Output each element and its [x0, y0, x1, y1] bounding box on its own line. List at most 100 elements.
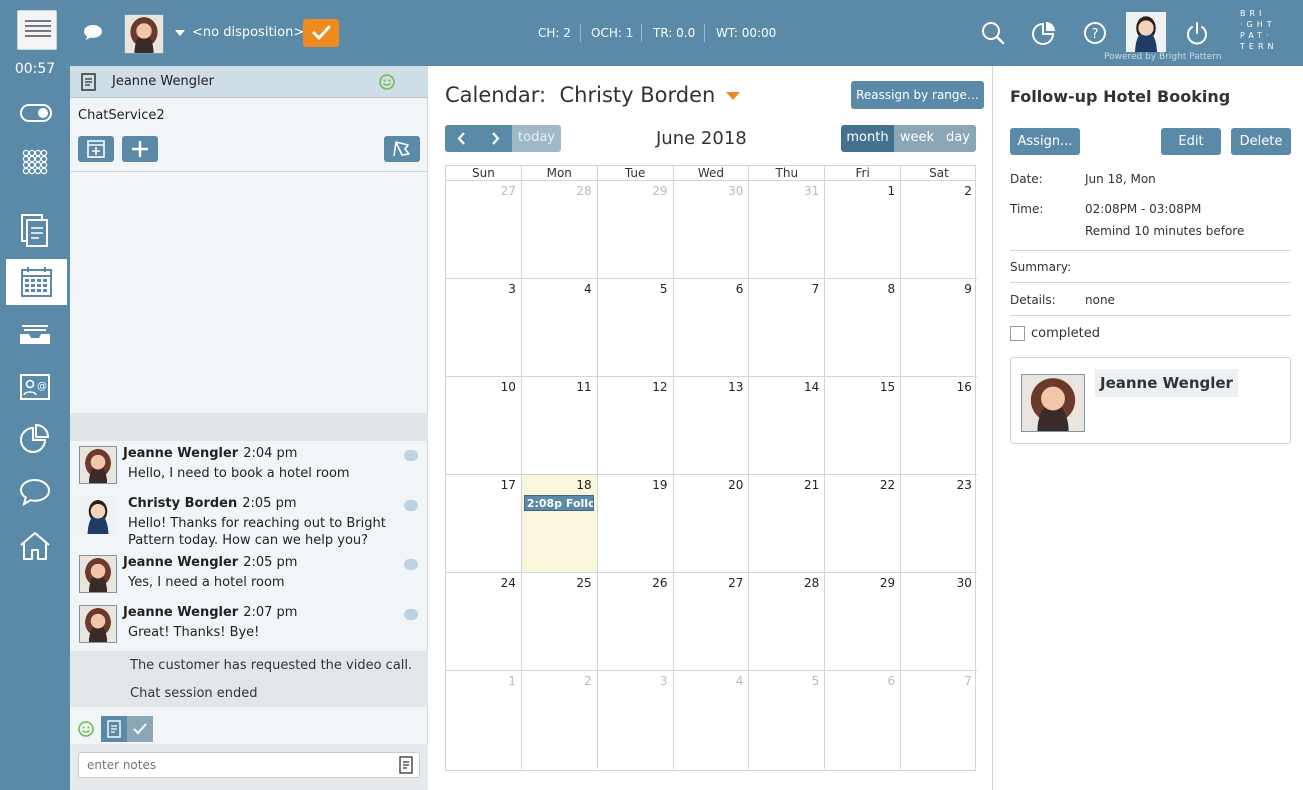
- reports-pie-icon[interactable]: [1031, 20, 1057, 46]
- view-month-button[interactable]: month: [841, 125, 894, 152]
- day-cell[interactable]: 29: [825, 573, 902, 671]
- time-value: 02:08PM - 03:08PM: [1085, 202, 1202, 216]
- sidebar-item-dialpad[interactable]: [0, 142, 70, 188]
- reassign-by-range-button[interactable]: Reassign by range…: [851, 81, 984, 109]
- svg-text:?: ?: [1092, 27, 1099, 42]
- view-week-button[interactable]: week: [894, 125, 940, 152]
- calendar-owner[interactable]: Christy Borden: [560, 83, 716, 107]
- sidebar-item-directory[interactable]: @: [0, 364, 70, 410]
- day-cell-other-month[interactable]: 1: [446, 671, 522, 769]
- day-cell[interactable]: 9: [901, 279, 977, 377]
- day-number: 16: [956, 380, 972, 394]
- search-icon[interactable]: [980, 20, 1006, 46]
- emoji-icon[interactable]: [77, 720, 95, 738]
- day-cell[interactable]: 12: [597, 377, 674, 475]
- add-button[interactable]: [122, 136, 158, 162]
- day-cell-other-month[interactable]: 6: [825, 671, 902, 769]
- day-cell[interactable]: 30: [901, 573, 977, 671]
- day-cell[interactable]: 8: [825, 279, 902, 377]
- completed-checkbox[interactable]: [1010, 326, 1025, 341]
- day-cell[interactable]: 27: [673, 573, 750, 671]
- user-avatar[interactable]: [1126, 12, 1166, 52]
- view-day-button[interactable]: day: [940, 125, 976, 152]
- day-cell[interactable]: 6: [673, 279, 750, 377]
- day-cell[interactable]: 23: [901, 475, 977, 573]
- day-cell[interactable]: 14: [749, 377, 826, 475]
- day-cell-other-month[interactable]: 29: [597, 181, 674, 279]
- day-cell[interactable]: 28: [749, 573, 826, 671]
- power-icon[interactable]: [1184, 20, 1210, 46]
- day-cell-other-month[interactable]: 30: [673, 181, 750, 279]
- day-cell[interactable]: 16: [901, 377, 977, 475]
- delete-button[interactable]: Delete: [1231, 128, 1291, 155]
- day-cell-other-month[interactable]: 31: [749, 181, 826, 279]
- day-cell[interactable]: 19: [597, 475, 674, 573]
- day-cell[interactable]: 2: [901, 181, 977, 279]
- notes-input[interactable]: [78, 752, 420, 778]
- sidebar-item-reports[interactable]: [0, 417, 70, 463]
- assign-button[interactable]: Assign...: [1010, 128, 1080, 155]
- today-button[interactable]: today: [512, 125, 561, 152]
- sidebar-item-calendar[interactable]: [6, 259, 67, 305]
- day-cell[interactable]: 18 2:08p Follo: [521, 475, 598, 573]
- contact-card[interactable]: Jeanne Wengler: [1010, 357, 1291, 444]
- day-cell[interactable]: 10: [446, 377, 522, 475]
- day-cell[interactable]: 5: [597, 279, 674, 377]
- calendar-event[interactable]: 2:08p Follo: [523, 495, 594, 511]
- help-icon[interactable]: ?: [1082, 20, 1108, 46]
- day-cell[interactable]: 1: [825, 181, 902, 279]
- day-cell[interactable]: 21: [749, 475, 826, 573]
- chevron-down-icon[interactable]: [175, 30, 185, 36]
- day-cell-other-month[interactable]: 2: [522, 671, 598, 769]
- day-number: 3: [659, 674, 668, 688]
- prev-button[interactable]: [445, 125, 478, 152]
- complete-button[interactable]: [303, 19, 339, 47]
- message-time: 2:05 pm: [242, 496, 297, 511]
- day-cell[interactable]: 4: [521, 279, 598, 377]
- day-cell[interactable]: 11: [521, 377, 598, 475]
- details-label: Details:: [1010, 293, 1056, 307]
- day-cell-other-month[interactable]: 4: [674, 671, 750, 769]
- day-number: 27: [500, 184, 516, 198]
- avatar: [79, 605, 117, 643]
- day-cell[interactable]: 26: [597, 573, 674, 671]
- day-cell-other-month[interactable]: 5: [749, 671, 826, 769]
- day-cell[interactable]: 24: [446, 573, 522, 671]
- note-icon: [107, 720, 121, 738]
- day-cell-other-month[interactable]: 28: [521, 181, 598, 279]
- agent-avatar[interactable]: [124, 14, 164, 54]
- day-cell[interactable]: 25: [521, 573, 598, 671]
- sidebar-item-home[interactable]: [0, 524, 70, 570]
- day-cell[interactable]: 15: [825, 377, 902, 475]
- plus-icon: [132, 141, 148, 157]
- day-cell[interactable]: 7: [749, 279, 826, 377]
- day-cell[interactable]: 17: [446, 475, 522, 573]
- wrapup-check-button[interactable]: [127, 716, 153, 742]
- menu-icon[interactable]: [17, 10, 57, 50]
- day-cell-other-month[interactable]: 3: [598, 671, 674, 769]
- sidebar-item-worksheets[interactable]: [0, 206, 70, 252]
- chat-bubble-icon: [404, 500, 418, 511]
- chat-bubble-icon[interactable]: [82, 23, 104, 43]
- weekday-header: Mon: [522, 166, 598, 181]
- add-calendar-event-button[interactable]: [78, 136, 114, 162]
- interaction-header[interactable]: Jeanne Wengler: [70, 66, 428, 98]
- sidebar-item-chat[interactable]: [0, 471, 70, 517]
- sidebar-item-inbox[interactable]: [0, 312, 70, 358]
- day-cell[interactable]: 20: [673, 475, 750, 573]
- day-cell-other-month[interactable]: 7: [901, 671, 977, 769]
- tr-stat: TR: 0.0: [653, 26, 696, 40]
- flag-button[interactable]: [384, 136, 420, 162]
- notes-icon[interactable]: [398, 756, 414, 774]
- day-cell[interactable]: 13: [673, 377, 750, 475]
- day-cell[interactable]: 3: [446, 279, 522, 377]
- day-cell[interactable]: 22: [825, 475, 902, 573]
- next-button[interactable]: [478, 125, 512, 152]
- owner-dropdown-icon[interactable]: [726, 92, 740, 100]
- sidebar-item-status-toggle[interactable]: [0, 90, 70, 136]
- day-number: 1: [508, 674, 516, 688]
- edit-button[interactable]: Edit: [1161, 128, 1221, 155]
- notes-toggle-button[interactable]: [101, 716, 127, 742]
- day-cell-other-month[interactable]: 27: [446, 181, 522, 279]
- disposition-selector[interactable]: <no disposition>: [192, 25, 304, 40]
